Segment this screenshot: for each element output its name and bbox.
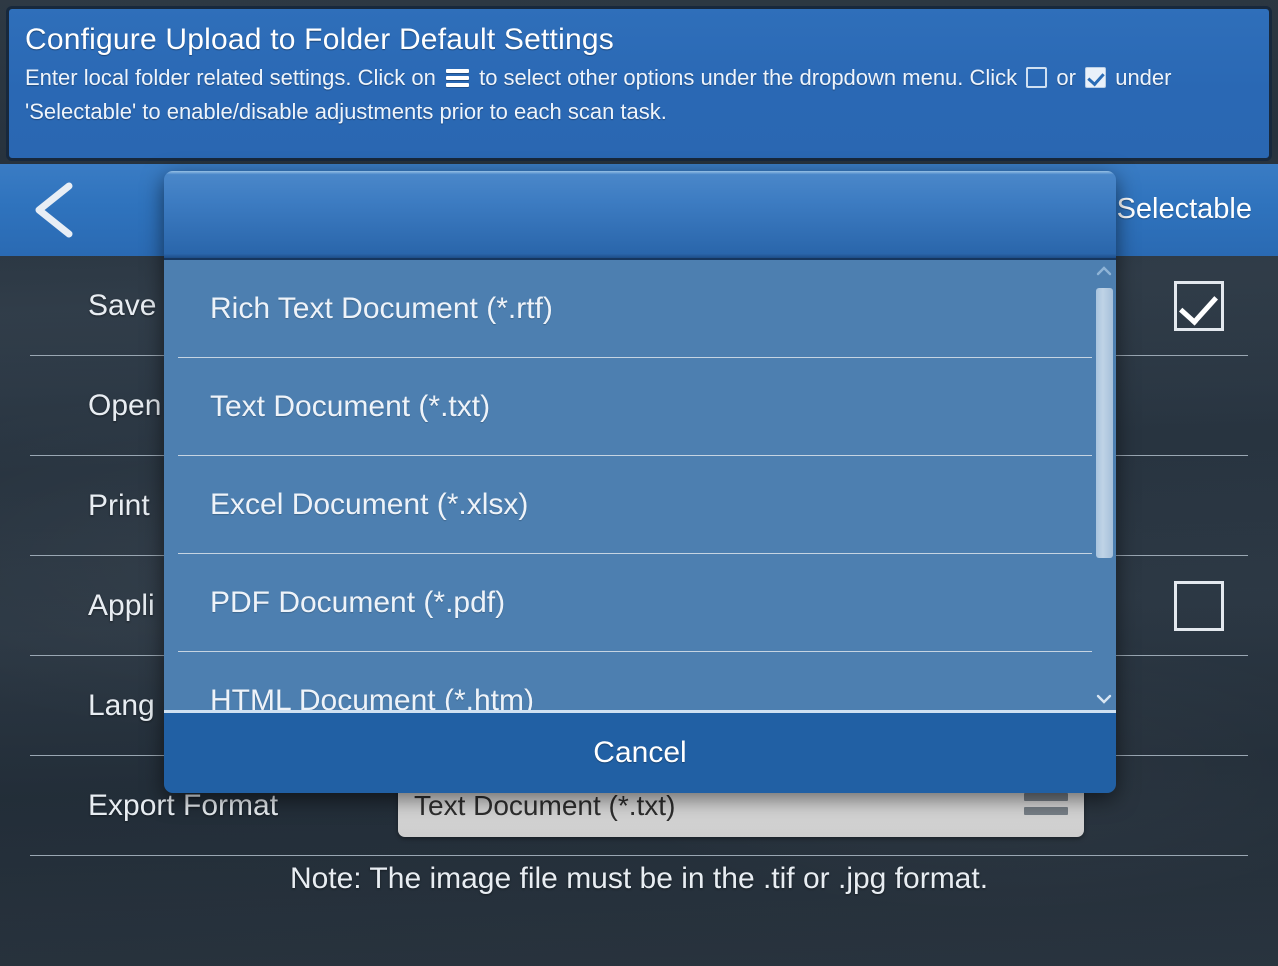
chevron-down-icon [1096,694,1112,704]
scrollbar[interactable] [1092,260,1116,710]
app-screen: Configure Upload to Folder Default Setti… [0,0,1278,966]
list-item[interactable]: PDF Document (*.pdf) [178,554,1102,652]
list-item-label: Excel Document (*.xlsx) [210,487,529,521]
back-chevron-icon [35,182,73,238]
setting-label: Appli [88,588,155,622]
list-item[interactable]: Excel Document (*.xlsx) [178,456,1102,554]
list-item[interactable]: Text Document (*.txt) [178,358,1102,456]
scrollbar-thumb[interactable] [1096,288,1113,558]
status-badge[interactable] [1174,280,1224,331]
banner-desc-part1: Enter local folder related settings. Cli… [25,65,442,90]
list-item-label: PDF Document (*.pdf) [210,585,506,619]
list-item-label: HTML Document (*.htm) [210,684,534,710]
list-item[interactable]: Rich Text Document (*.rtf) [178,260,1102,358]
cancel-button[interactable]: Cancel [164,713,1116,793]
scroll-down-button[interactable] [1092,688,1116,710]
setting-label: Save [88,288,157,322]
dialog-list-area: Rich Text Document (*.rtf) Text Document… [164,260,1116,710]
hamburger-icon [445,69,469,88]
scroll-up-button[interactable] [1092,260,1116,282]
hamburger-icon[interactable] [1024,792,1068,819]
chevron-up-icon [1096,266,1112,276]
format-option-list: Rich Text Document (*.rtf) Text Document… [164,260,1116,710]
list-item-label: Text Document (*.txt) [210,389,491,423]
selectable-column-header: Selectable [1116,193,1252,225]
list-item-label: Rich Text Document (*.rtf) [210,291,553,325]
banner-desc-part2: to select other options under the dropdo… [472,65,1024,90]
list-item[interactable]: HTML Document (*.htm) [178,652,1102,710]
note-text: Note: The image file must be in the .tif… [289,862,989,895]
checkbox-checked-icon [1085,67,1107,88]
back-button[interactable] [22,178,88,242]
dialog-titlebar [164,171,1116,260]
header-banner: Configure Upload to Folder Default Setti… [6,6,1272,161]
export-format-dialog: Rich Text Document (*.rtf) Text Document… [164,171,1116,793]
status-badge[interactable] [1174,580,1224,631]
setting-label: Print [88,488,150,522]
banner-desc-part3: or [1050,65,1083,90]
setting-label: Lang [88,688,155,722]
setting-label: Open [88,388,162,422]
page-title: Configure Upload to Folder Default Setti… [25,23,614,56]
dialog-footer: Cancel [164,710,1116,793]
checkbox-unchecked-icon [1026,67,1048,88]
banner-description: Enter local folder related settings. Cli… [25,61,1253,129]
export-format-value: Text Document (*.txt) [414,789,676,821]
